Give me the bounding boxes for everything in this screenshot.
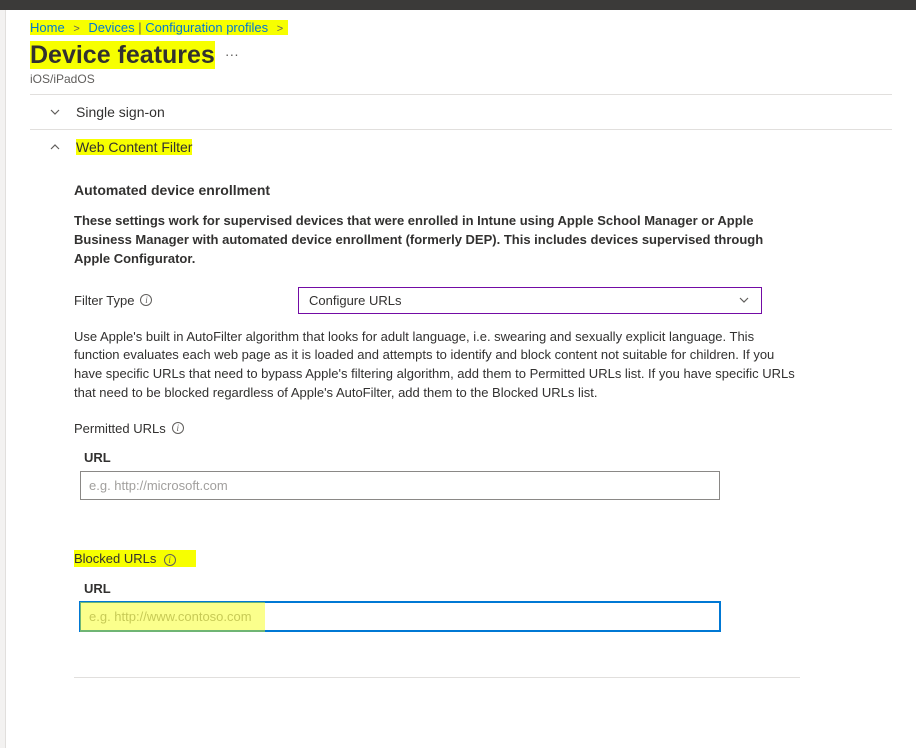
chevron-down-icon (737, 293, 751, 307)
chevron-up-icon (48, 140, 62, 154)
info-icon[interactable]: i (164, 554, 176, 566)
breadcrumb: Home > Devices | Configuration profiles … (30, 20, 892, 35)
breadcrumb-separator: > (68, 23, 84, 35)
page-title: Device features (30, 41, 215, 70)
section-single-sign-on[interactable]: Single sign-on (30, 95, 892, 129)
info-icon[interactable]: i (140, 294, 152, 306)
permitted-urls-label: Permitted URLs i (74, 421, 800, 436)
filter-type-label: Filter Type i (74, 293, 298, 308)
filter-type-select[interactable]: Configure URLs (298, 287, 762, 314)
page-subtitle: iOS/iPadOS (30, 72, 892, 86)
filter-type-value: Configure URLs (309, 293, 402, 308)
enrollment-heading: Automated device enrollment (74, 182, 800, 198)
chevron-down-icon (48, 105, 62, 119)
info-icon[interactable]: i (172, 422, 184, 434)
window-title-bar (0, 0, 916, 10)
divider (74, 677, 800, 678)
section-web-content-filter[interactable]: Web Content Filter (30, 130, 892, 164)
permitted-url-column-header: URL (74, 444, 800, 471)
section-label-wcf: Web Content Filter (76, 139, 192, 155)
permitted-url-input[interactable] (80, 471, 720, 500)
breadcrumb-config-profiles[interactable]: Configuration profiles (145, 20, 268, 35)
breadcrumb-devices[interactable]: Devices (88, 20, 134, 35)
blocked-url-column-header: URL (74, 575, 800, 602)
section-label-sso: Single sign-on (76, 104, 165, 120)
blocked-urls-label: Blocked URLs i (74, 550, 800, 567)
breadcrumb-separator: > (272, 23, 288, 35)
blocked-url-input[interactable] (80, 602, 720, 631)
left-nav-edge (0, 10, 6, 748)
enrollment-description: These settings work for supervised devic… (74, 212, 800, 269)
breadcrumb-home[interactable]: Home (30, 20, 65, 35)
more-actions-button[interactable]: ··· (225, 46, 239, 66)
filter-description: Use Apple's built in AutoFilter algorith… (74, 328, 800, 403)
